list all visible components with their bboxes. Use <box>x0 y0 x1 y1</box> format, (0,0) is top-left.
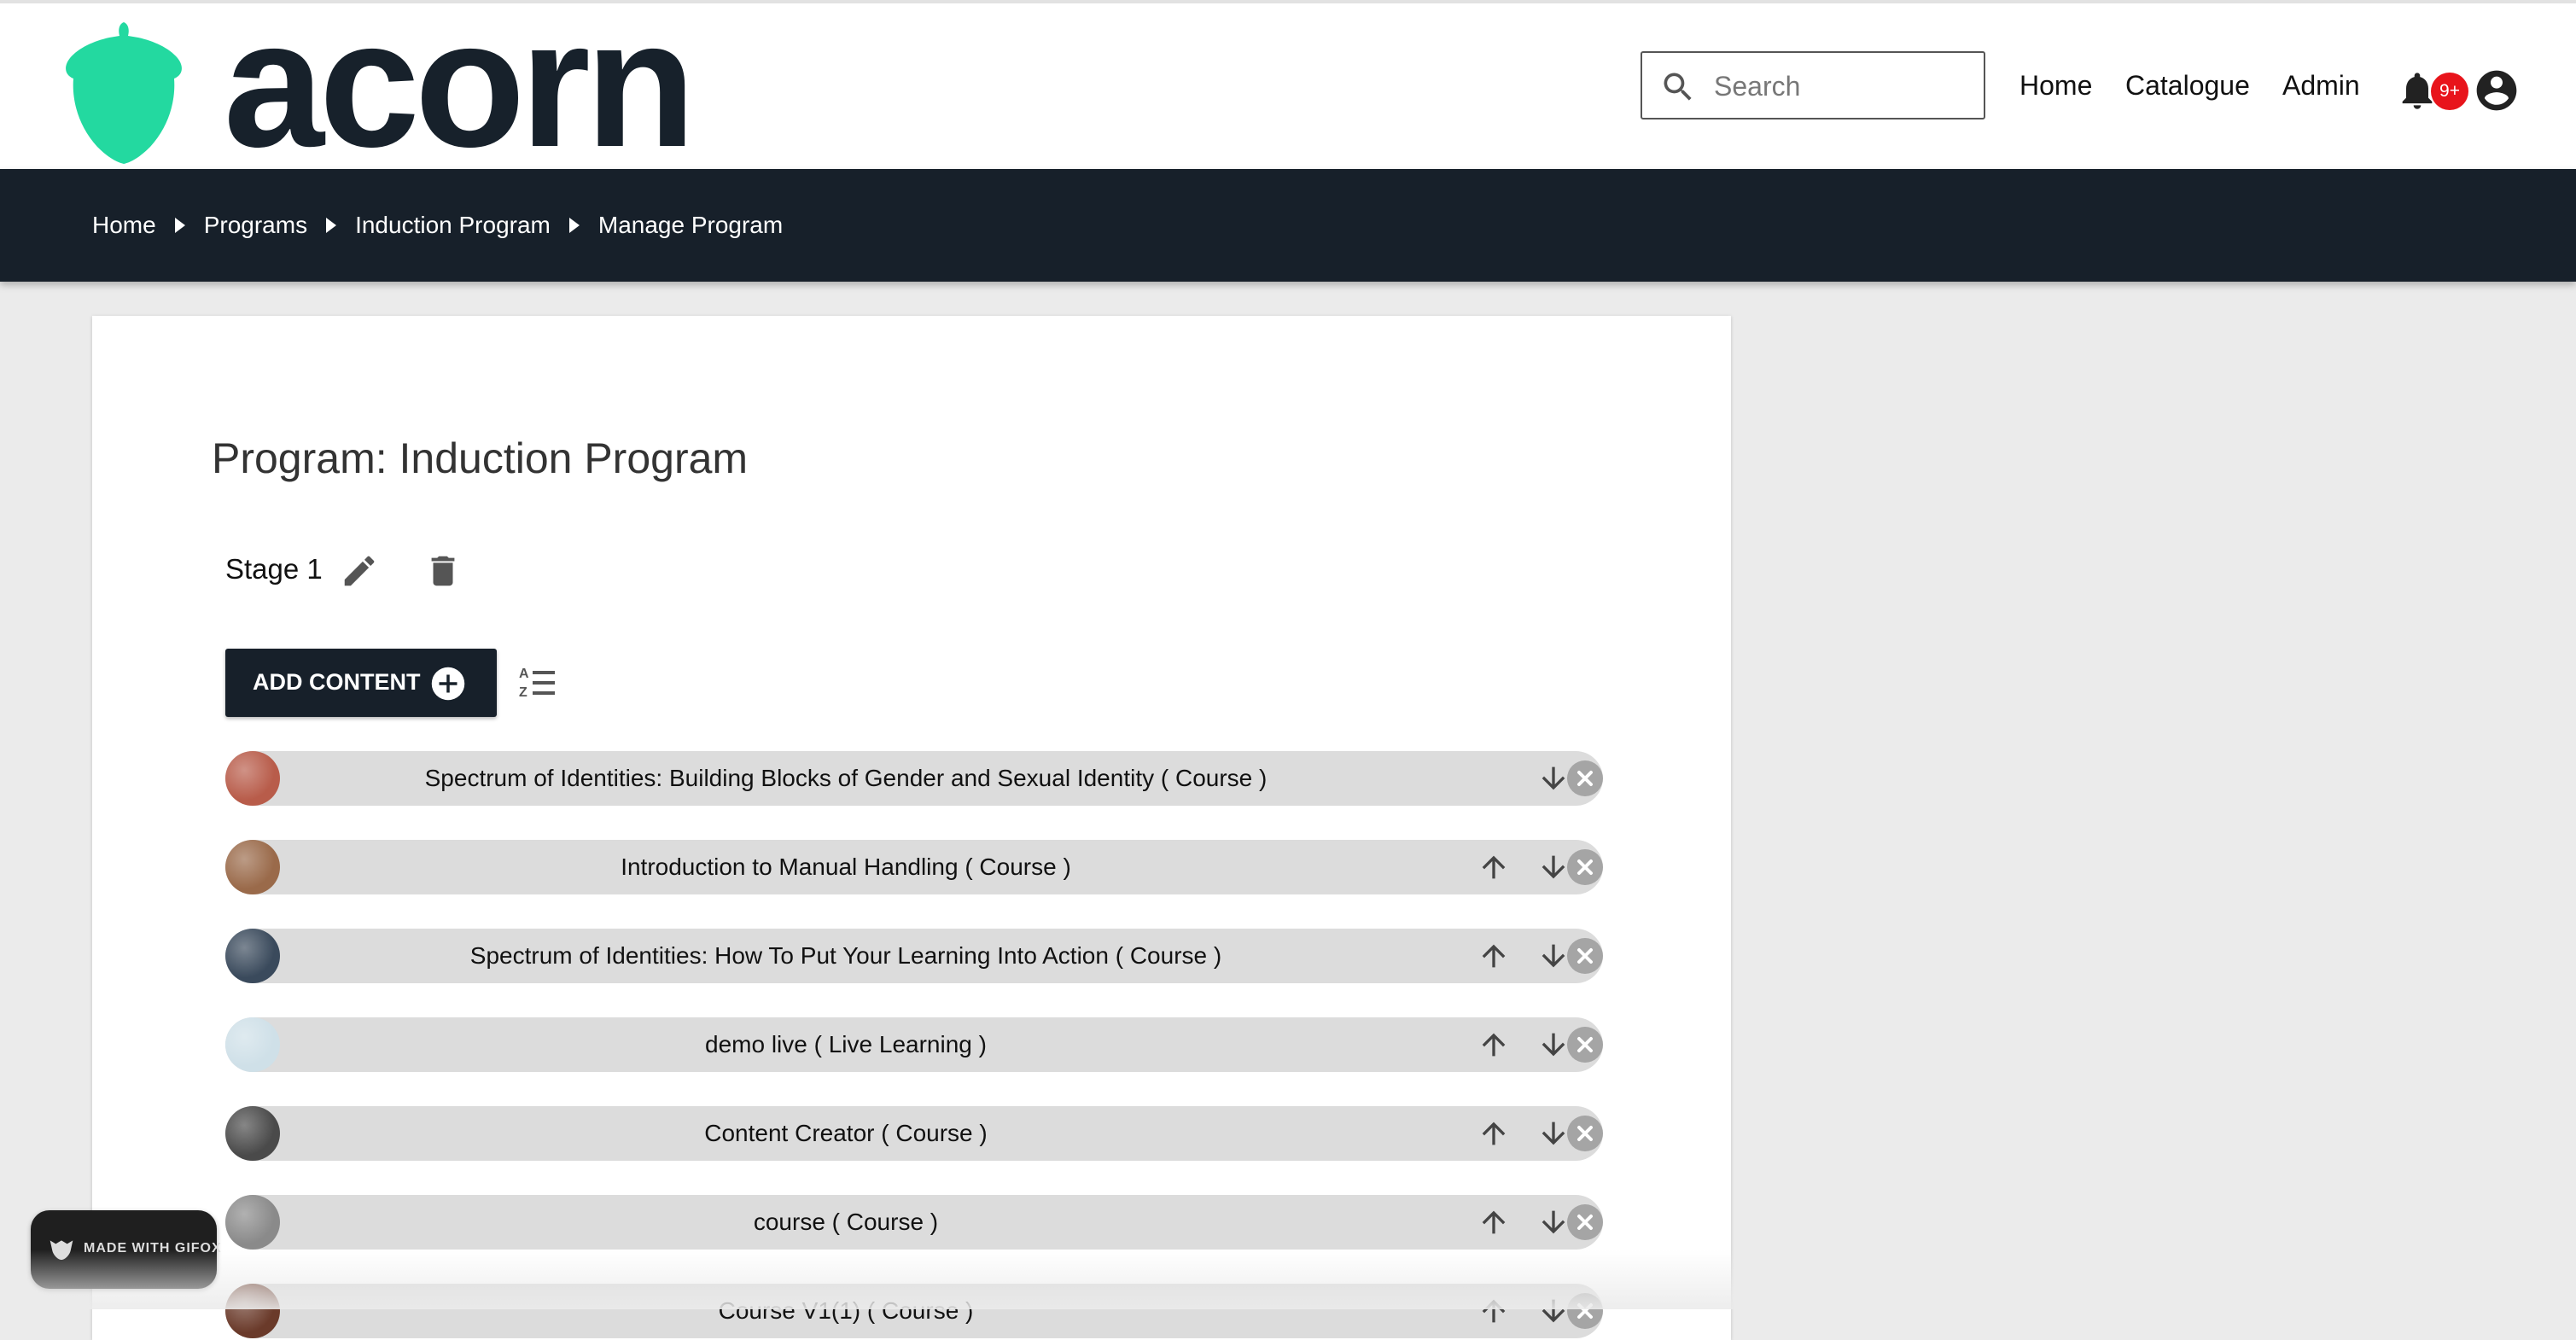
move-up-icon[interactable] <box>1477 939 1511 977</box>
program-card: Program: Induction Program Stage 1 ADD C… <box>92 316 1731 1340</box>
content-row[interactable]: course ( Course ) <box>225 1195 1603 1250</box>
content-row[interactable]: Introduction to Manual Handling ( Course… <box>225 840 1603 894</box>
remove-content-icon[interactable] <box>1567 1027 1603 1063</box>
breadcrumb-programs[interactable]: Programs <box>204 212 307 239</box>
remove-content-icon[interactable] <box>1567 1116 1603 1151</box>
brand-wordmark[interactable]: acorn <box>224 0 696 174</box>
move-down-icon[interactable] <box>1536 1205 1571 1244</box>
content-row[interactable]: demo live ( Live Learning ) <box>225 1017 1603 1072</box>
stage-title: Stage 1 <box>225 553 323 585</box>
content-label: Introduction to Manual Handling ( Course… <box>621 854 1071 880</box>
svg-text:A: A <box>519 667 529 681</box>
add-content-button[interactable]: ADD CONTENT <box>225 649 497 717</box>
notification-badge: 9+ <box>2431 73 2468 110</box>
breadcrumb-separator-icon <box>326 218 337 233</box>
watermark-text: MADE WITH GIFOX <box>84 1241 222 1256</box>
move-up-icon[interactable] <box>1477 1116 1511 1155</box>
svg-text:Z: Z <box>519 685 527 700</box>
content-label: Course V1(1) ( Course ) <box>718 1297 974 1324</box>
acorn-logo-icon[interactable] <box>60 19 188 164</box>
delete-stage-icon[interactable] <box>423 550 463 592</box>
move-up-icon[interactable] <box>1477 1294 1511 1332</box>
move-up-icon[interactable] <box>1477 1205 1511 1244</box>
breadcrumb: Home Programs Induction Program Manage P… <box>92 169 783 282</box>
move-down-icon[interactable] <box>1536 939 1571 977</box>
account-icon[interactable] <box>2473 67 2521 114</box>
plus-circle-icon <box>431 667 465 701</box>
content-label: course ( Course ) <box>753 1209 939 1235</box>
search-icon <box>1664 73 1692 101</box>
breadcrumb-separator-icon <box>568 218 580 233</box>
search-box[interactable] <box>1641 51 1985 119</box>
breadcrumb-manage-program: Manage Program <box>597 212 784 238</box>
breadcrumb-induction-program[interactable]: Induction Program <box>355 212 551 239</box>
remove-content-icon[interactable] <box>1567 938 1603 974</box>
content-label: demo live ( Live Learning ) <box>705 1031 987 1057</box>
site-header: acorn Home Catalogue Admin 9+ <box>0 0 2576 174</box>
move-down-icon[interactable] <box>1536 761 1571 800</box>
move-down-icon[interactable] <box>1536 850 1571 888</box>
content-label: Spectrum of Identities: Building Blocks … <box>424 765 1268 791</box>
edit-stage-icon[interactable] <box>340 551 379 591</box>
gifox-watermark: MADE WITH GIFOX <box>31 1210 221 1289</box>
gifox-logo-icon <box>50 1240 73 1260</box>
move-up-icon[interactable] <box>1477 850 1511 888</box>
content-row[interactable]: Course V1(1) ( Course ) <box>225 1284 1603 1338</box>
nav-home[interactable]: Home <box>2019 70 2092 101</box>
move-down-icon[interactable] <box>1536 1028 1571 1066</box>
page-title: Program: Induction Program <box>212 434 749 482</box>
remove-content-icon[interactable] <box>1567 1293 1603 1329</box>
move-down-icon[interactable] <box>1536 1116 1571 1155</box>
move-up-icon[interactable] <box>1477 1028 1511 1066</box>
search-input[interactable] <box>1712 65 1972 108</box>
remove-content-icon[interactable] <box>1567 760 1603 796</box>
breadcrumb-separator-icon <box>174 218 185 233</box>
sort-alphabetical-icon[interactable]: A Z <box>517 662 558 703</box>
nav-admin[interactable]: Admin <box>2282 70 2360 101</box>
nav-catalogue[interactable]: Catalogue <box>2125 70 2250 101</box>
breadcrumb-bar: Home Programs Induction Program Manage P… <box>0 169 2576 282</box>
remove-content-icon[interactable] <box>1567 849 1603 885</box>
add-content-label: ADD CONTENT <box>253 669 421 695</box>
breadcrumb-home[interactable]: Home <box>92 212 156 239</box>
move-down-icon[interactable] <box>1536 1294 1571 1332</box>
content-row[interactable]: Content Creator ( Course ) <box>225 1106 1603 1161</box>
remove-content-icon[interactable] <box>1567 1204 1603 1240</box>
content-label: Content Creator ( Course ) <box>704 1120 988 1146</box>
content-row[interactable]: Spectrum of Identities: How To Put Your … <box>225 929 1603 983</box>
content-row[interactable]: Spectrum of Identities: Building Blocks … <box>225 751 1603 806</box>
content-label: Spectrum of Identities: How To Put Your … <box>469 942 1222 969</box>
